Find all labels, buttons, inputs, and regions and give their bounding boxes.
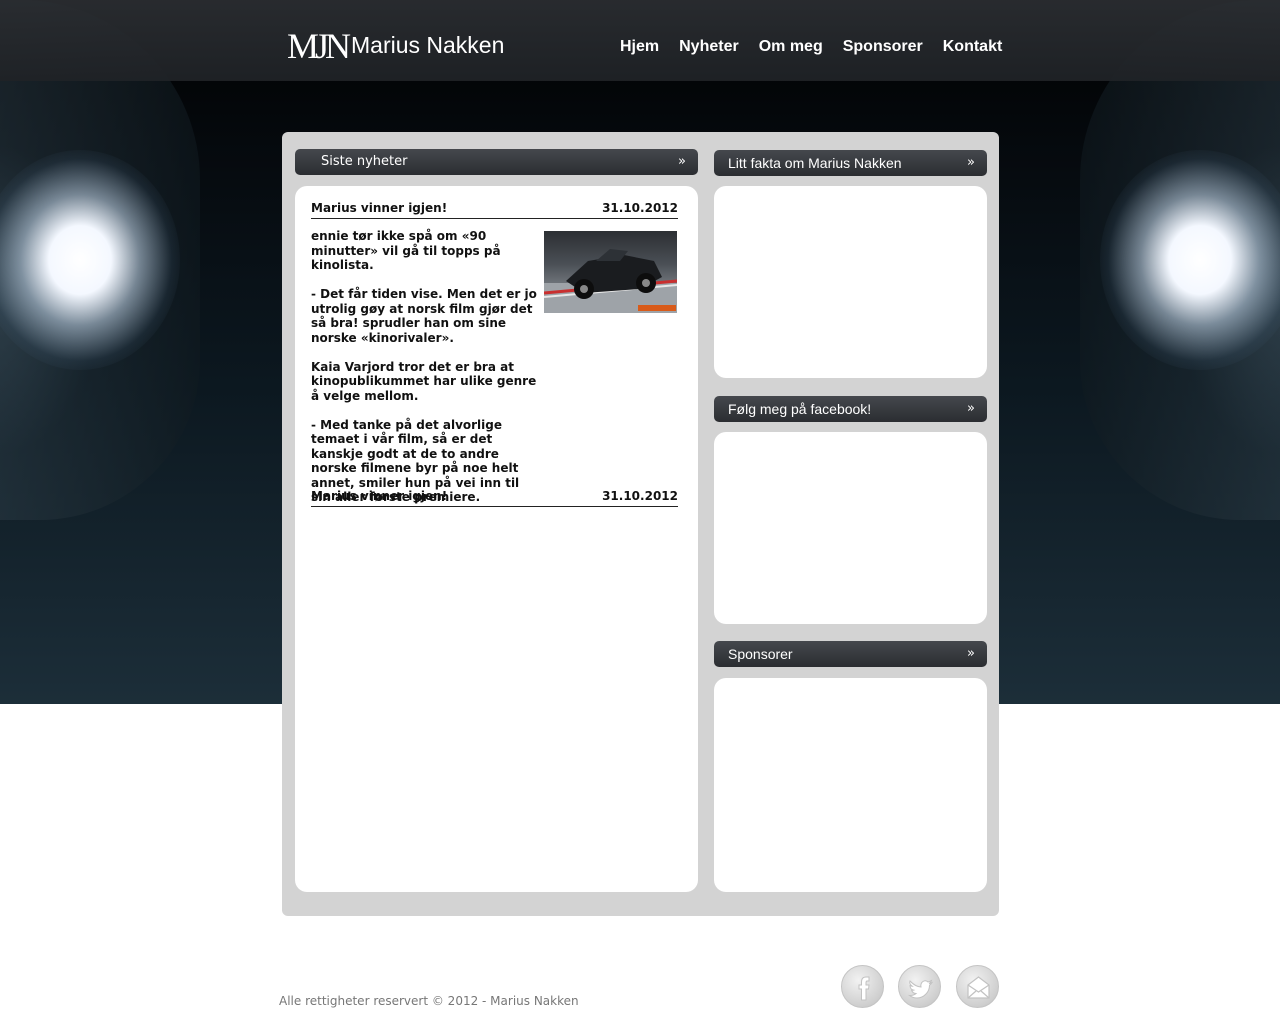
facts-section-title: Litt fakta om Marius Nakken	[728, 155, 902, 171]
nav-sponsorer[interactable]: Sponsorer	[843, 36, 923, 58]
news-paragraph: Kaia Varjord tror det er bra at kinopubl…	[311, 359, 537, 403]
news-item-header[interactable]: Marius vinner igjen! 31.10.2012	[311, 488, 678, 507]
news-item-title[interactable]: Marius vinner igjen!	[311, 200, 447, 216]
news-item-title[interactable]: Marius vinner igjen!	[311, 488, 447, 504]
news-item-date: 31.10.2012	[602, 489, 678, 503]
twitter-icon[interactable]	[898, 965, 941, 1008]
news-paragraph: - Det får tiden vise. Men det er jo utro…	[311, 287, 537, 345]
email-icon[interactable]	[956, 965, 999, 1008]
news-item-header[interactable]: Marius vinner igjen! 31.10.2012	[311, 200, 678, 219]
nav-hjem[interactable]: Hjem	[620, 36, 659, 58]
main-nav: Hjem Nyheter Om meg Sponsorer Kontakt	[620, 36, 1002, 58]
nav-kontakt[interactable]: Kontakt	[943, 36, 1003, 58]
facebook-section-header[interactable]: Følg meg på facebook! »	[714, 396, 987, 422]
facebook-panel	[714, 432, 987, 624]
sponsors-section-title: Sponsorer	[728, 646, 793, 662]
content-container: Siste nyheter » Marius vinner igjen! 31.…	[282, 132, 999, 916]
facebook-icon[interactable]	[841, 965, 884, 1008]
news-item-date: 31.10.2012	[602, 201, 678, 215]
news-item-image[interactable]	[544, 231, 677, 313]
site-logo[interactable]: MJN	[287, 26, 351, 66]
facts-more-arrow-icon[interactable]: »	[967, 150, 975, 176]
facts-section-header[interactable]: Litt fakta om Marius Nakken »	[714, 150, 987, 176]
news-item-body: ennie tør ikke spå om «90 minutter» vil …	[311, 229, 541, 519]
sponsors-section-header[interactable]: Sponsorer »	[714, 641, 987, 667]
news-more-arrow-icon[interactable]: »	[678, 149, 686, 175]
nav-om-meg[interactable]: Om meg	[759, 36, 823, 58]
news-panel: Marius vinner igjen! 31.10.2012 ennie tø…	[295, 186, 698, 892]
news-section-header[interactable]: Siste nyheter »	[295, 149, 698, 175]
sponsors-panel	[714, 678, 987, 892]
facebook-more-arrow-icon[interactable]: »	[967, 396, 975, 422]
nav-nyheter[interactable]: Nyheter	[679, 36, 739, 58]
site-title[interactable]: Marius Nakken	[351, 30, 504, 60]
news-paragraph: ennie tør ikke spå om «90 minutter» vil …	[311, 229, 501, 272]
news-section-title: Siste nyheter	[321, 154, 408, 169]
facebook-section-title: Følg meg på facebook!	[728, 401, 872, 417]
footer-copyright: Alle rettigheter reservert © 2012 - Mari…	[279, 994, 579, 1008]
facts-panel	[714, 186, 987, 378]
sponsors-more-arrow-icon[interactable]: »	[967, 641, 975, 667]
